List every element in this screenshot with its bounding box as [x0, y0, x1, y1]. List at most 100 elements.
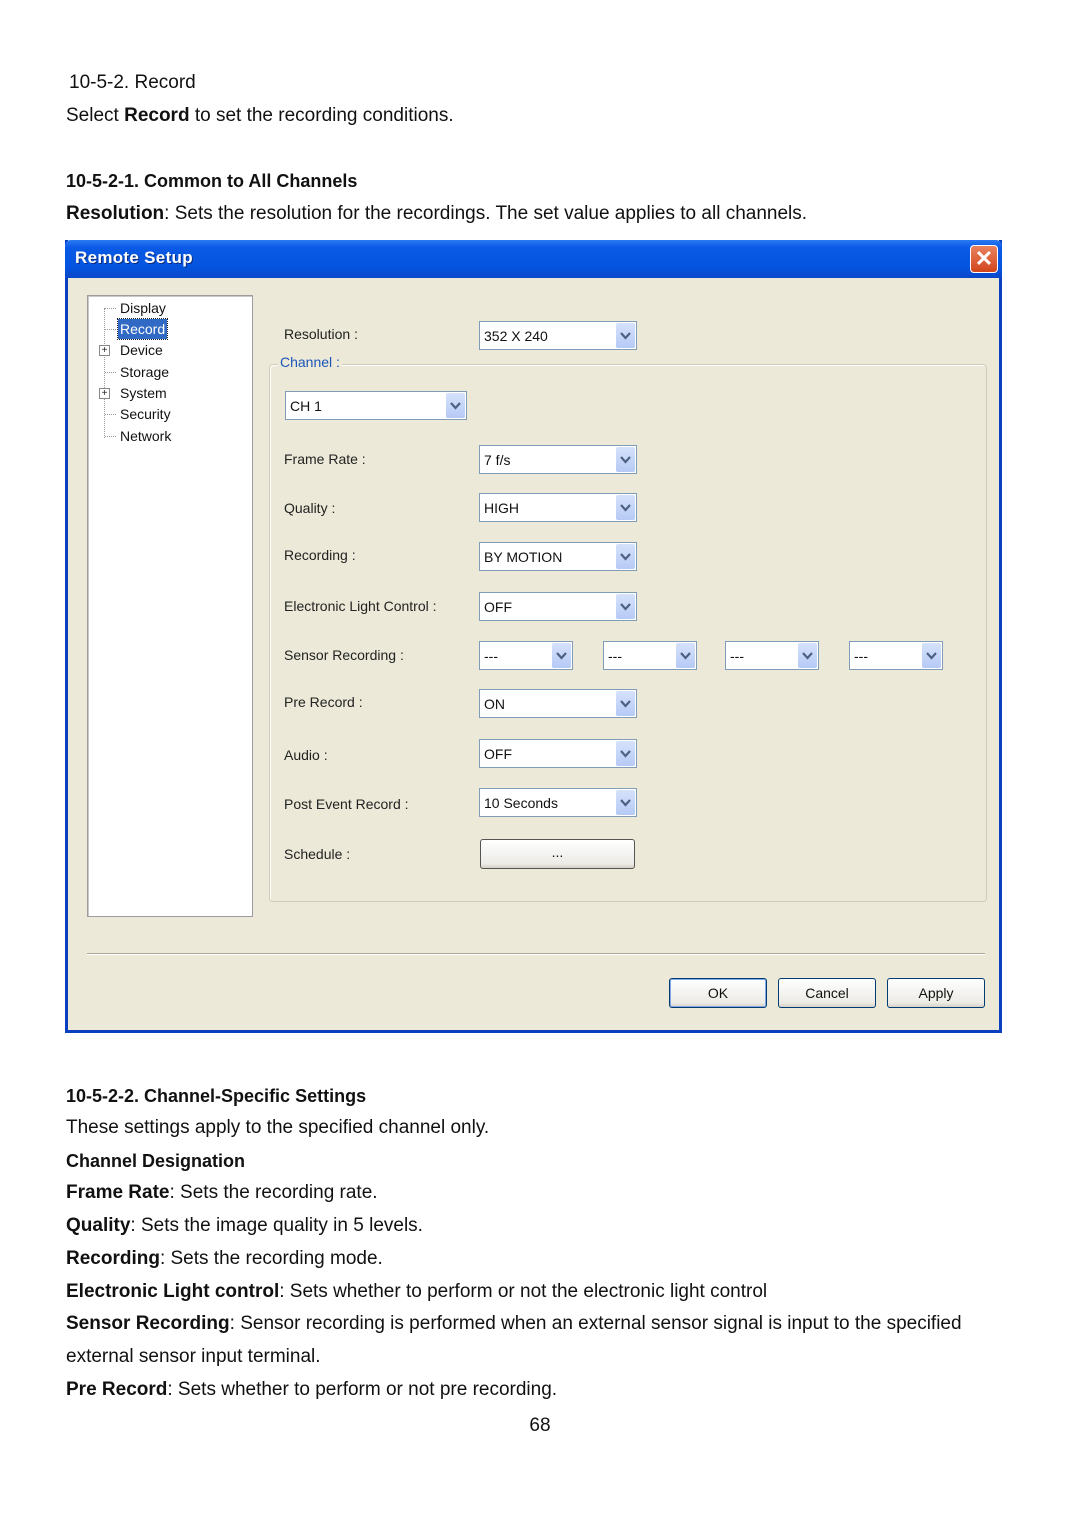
- definition: : Sets the recording mode.: [159, 1248, 383, 1269]
- section-title-channel-specific: 10-5-2-2. Channel-Specific Settings: [66, 1086, 367, 1106]
- chevron-down-icon[interactable]: [446, 393, 465, 418]
- section-heading-record: 10-5-2. Record: [69, 72, 196, 93]
- tree-connector: [105, 308, 116, 309]
- channel-select[interactable]: CH 1: [285, 391, 467, 420]
- sensor-recording-select-4[interactable]: ---: [849, 641, 943, 670]
- pre-record-select[interactable]: ON: [479, 689, 637, 718]
- term: Electronic Light control: [66, 1281, 280, 1302]
- chevron-down-icon[interactable]: [616, 691, 635, 716]
- cancel-button[interactable]: Cancel: [778, 978, 876, 1008]
- expand-icon[interactable]: +: [99, 388, 110, 399]
- chevron-down-icon[interactable]: [616, 447, 635, 472]
- dialog-titlebar[interactable]: Remote Setup ✕: [65, 240, 1002, 278]
- divider: [87, 953, 985, 955]
- recording-value: BY MOTION: [484, 549, 563, 565]
- definition: external sensor input terminal.: [66, 1346, 321, 1367]
- schedule-button[interactable]: ...: [480, 839, 635, 869]
- tree-connector: [105, 372, 116, 373]
- dialog-title: Remote Setup: [75, 248, 193, 267]
- term: Frame Rate: [66, 1182, 170, 1203]
- sensor-recording-select-1[interactable]: ---: [479, 641, 573, 670]
- electronic-light-control-select[interactable]: OFF: [479, 592, 637, 621]
- electronic-light-control-value: OFF: [484, 599, 512, 615]
- post-event-record-value: 10 Seconds: [484, 795, 558, 811]
- channel-group-label: Channel :: [278, 354, 342, 370]
- tree-connector: [105, 414, 116, 415]
- tree-item-security[interactable]: Security: [118, 404, 173, 424]
- frame-rate-label: Frame Rate :: [284, 451, 366, 467]
- sensor-recording-value-3: ---: [730, 648, 744, 664]
- chevron-down-icon[interactable]: [616, 594, 635, 619]
- sensor-recording-value-4: ---: [854, 648, 868, 664]
- resolution-label: Resolution :: [284, 326, 358, 342]
- tree-item-display[interactable]: Display: [118, 298, 168, 318]
- definition-recording: Recording: Sets the recording mode.: [66, 1247, 383, 1271]
- tree-item-network[interactable]: Network: [118, 426, 173, 446]
- tree-item-storage[interactable]: Storage: [118, 362, 171, 382]
- definition: : Sets the image quality in 5 levels.: [130, 1215, 423, 1236]
- definition: : Sets whether to perform or not pre rec…: [167, 1379, 558, 1400]
- definition-electronic-light-control: Electronic Light control: Sets whether t…: [66, 1280, 767, 1304]
- chevron-down-icon[interactable]: [616, 741, 635, 766]
- chevron-down-icon[interactable]: [616, 495, 635, 520]
- close-button[interactable]: ✕: [970, 245, 998, 273]
- sensor-recording-select-3[interactable]: ---: [725, 641, 819, 670]
- ok-button[interactable]: OK: [669, 978, 767, 1008]
- definition-sensor-recording-cont: external sensor input terminal.: [66, 1345, 321, 1369]
- electronic-light-control-label: Electronic Light Control :: [284, 598, 437, 614]
- resolution-text: : Sets the resolution for the recordings…: [164, 203, 808, 224]
- sensor-recording-select-2[interactable]: ---: [603, 641, 697, 670]
- page-number: 68: [529, 1415, 551, 1436]
- schedule-label: Schedule :: [284, 846, 351, 862]
- term: Quality: [66, 1215, 131, 1236]
- intro-paragraph: Select Record to set the recording condi…: [66, 104, 454, 128]
- audio-select[interactable]: OFF: [479, 739, 637, 768]
- quality-label: Quality :: [284, 500, 336, 516]
- tree-connector: [105, 436, 116, 437]
- quality-select[interactable]: HIGH: [479, 493, 637, 522]
- section-title-common: 10-5-2-1. Common to All Channels: [66, 171, 358, 191]
- tree-connector: [104, 308, 105, 438]
- tree-connector: [105, 329, 116, 330]
- resolution-term: Resolution: [66, 203, 165, 224]
- chevron-down-icon[interactable]: [552, 643, 571, 668]
- chevron-down-icon[interactable]: [922, 643, 941, 668]
- post-event-record-label: Post Event Record :: [284, 796, 409, 812]
- audio-label: Audio :: [284, 747, 328, 763]
- channel-designation-heading: Channel Designation: [66, 1151, 246, 1171]
- chevron-down-icon[interactable]: [616, 544, 635, 569]
- resolution-description: Resolution: Sets the resolution for the …: [66, 202, 807, 226]
- sensor-recording-value-2: ---: [608, 648, 622, 664]
- term: Sensor Recording: [66, 1313, 230, 1334]
- tree-item-system[interactable]: System: [118, 383, 169, 403]
- resolution-select[interactable]: 352 X 240: [479, 321, 637, 350]
- intro-post: to set the recording conditions.: [189, 105, 454, 126]
- settings-tree: Display Record + Device Storage + System…: [87, 295, 253, 917]
- recording-select[interactable]: BY MOTION: [479, 542, 637, 571]
- sensor-recording-label: Sensor Recording :: [284, 647, 404, 663]
- apply-button[interactable]: Apply: [887, 978, 985, 1008]
- intro-bold: Record: [124, 105, 190, 126]
- tree-item-device[interactable]: Device: [118, 340, 165, 360]
- chevron-down-icon[interactable]: [616, 323, 635, 348]
- close-icon: ✕: [974, 246, 994, 271]
- quality-value: HIGH: [484, 500, 519, 516]
- definition-frame-rate: Frame Rate: Sets the recording rate.: [66, 1181, 378, 1205]
- definition-pre-record: Pre Record: Sets whether to perform or n…: [66, 1378, 557, 1402]
- pre-record-label: Pre Record :: [284, 694, 363, 710]
- frame-rate-value: 7 f/s: [484, 452, 511, 468]
- post-event-record-select[interactable]: 10 Seconds: [479, 788, 637, 817]
- definition: : Sets whether to perform or not the ele…: [279, 1281, 768, 1302]
- definition: : Sensor recording is performed when an …: [229, 1313, 962, 1334]
- recording-label: Recording :: [284, 547, 356, 563]
- channel-value: CH 1: [290, 398, 322, 414]
- chevron-down-icon[interactable]: [798, 643, 817, 668]
- chevron-down-icon[interactable]: [616, 790, 635, 815]
- definition: : Sets the recording rate.: [169, 1182, 378, 1203]
- frame-rate-select[interactable]: 7 f/s: [479, 445, 637, 474]
- pre-record-value: ON: [484, 696, 505, 712]
- definition-quality: Quality: Sets the image quality in 5 lev…: [66, 1214, 423, 1238]
- tree-item-record[interactable]: Record: [116, 318, 169, 340]
- expand-icon[interactable]: +: [99, 345, 110, 356]
- chevron-down-icon[interactable]: [676, 643, 695, 668]
